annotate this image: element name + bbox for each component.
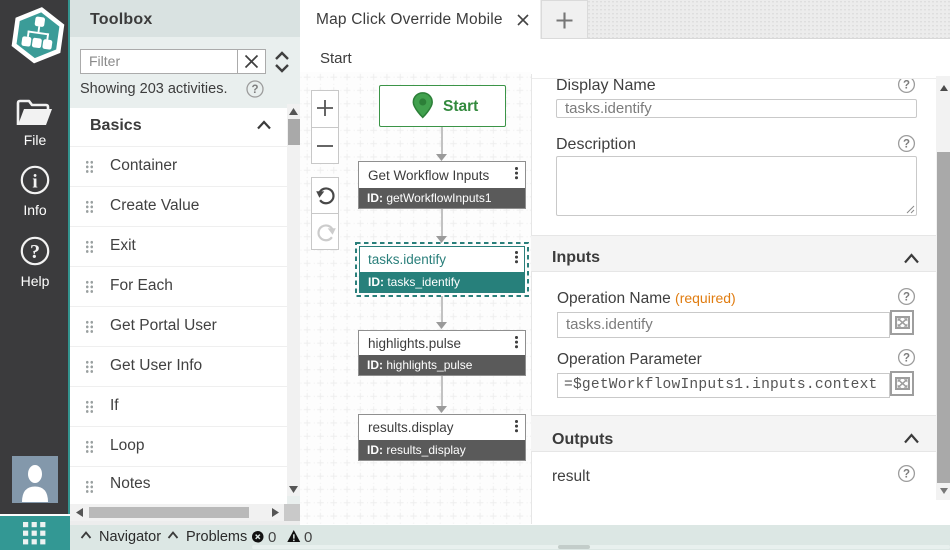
svg-text:?: ? [903, 353, 910, 365]
svg-text:?: ? [903, 469, 910, 481]
svg-text:?: ? [903, 292, 910, 304]
svg-text:?: ? [30, 241, 40, 263]
svg-text:?: ? [903, 79, 910, 91]
svg-text:i: i [32, 172, 37, 193]
svg-text:?: ? [251, 84, 258, 96]
svg-text:?: ? [903, 139, 910, 151]
